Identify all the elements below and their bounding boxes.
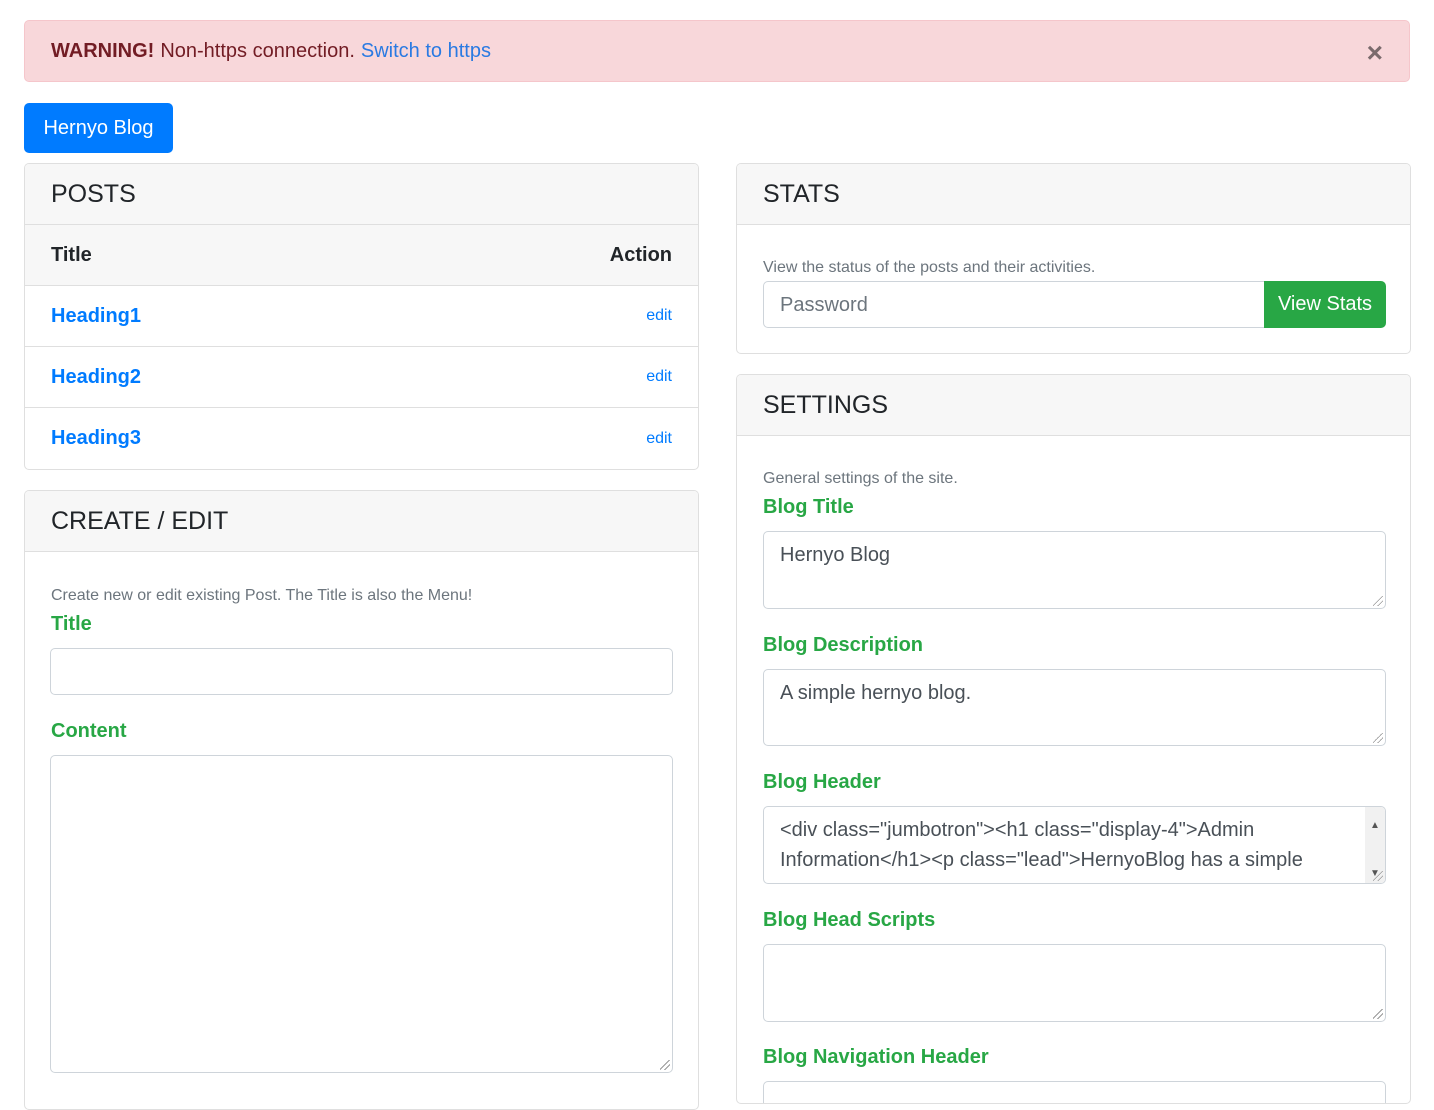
alert-text: Non-https connection. — [160, 39, 355, 62]
blog-description-textarea[interactable]: A simple hernyo blog. — [763, 669, 1386, 746]
posts-card: POSTS Title Action Heading1 edit Heading2 e… — [24, 163, 699, 470]
col-title: Title — [51, 243, 92, 266]
blog-description-label: Blog Description — [763, 634, 924, 656]
brand-button[interactable]: Hernyo Blog — [24, 103, 173, 153]
blog-title-label: Blog Title — [763, 496, 854, 518]
stats-description: View the status of the posts and their a… — [763, 259, 1096, 276]
resize-grip-icon[interactable] — [660, 1060, 670, 1070]
table-row: Heading2 edit — [25, 347, 698, 408]
table-row: Heading3 edit — [25, 408, 698, 469]
blog-head-scripts-textarea[interactable] — [763, 944, 1386, 1022]
warning-alert: WARNING! Non-https connection. Switch to… — [24, 20, 1410, 82]
create-header: CREATE / EDIT — [25, 491, 698, 552]
blog-title-textarea[interactable]: Hernyo Blog — [763, 531, 1386, 609]
blog-title-value: Hernyo Blog — [780, 544, 891, 566]
resize-grip-icon[interactable] — [1373, 871, 1383, 881]
edit-link[interactable]: edit — [646, 430, 672, 448]
settings-card: SETTINGS General settings of the site. B… — [736, 374, 1411, 1104]
scroll-up-icon[interactable]: ▲ — [1365, 811, 1385, 841]
title-label: Title — [51, 613, 92, 635]
view-stats-button[interactable]: View Stats — [1264, 281, 1386, 328]
table-row: Heading1 edit — [25, 286, 698, 347]
resize-grip-icon[interactable] — [1373, 733, 1383, 743]
blog-header-label: Blog Header — [763, 771, 881, 793]
alert-strong: WARNING! — [51, 39, 155, 62]
password-input[interactable]: Password — [763, 281, 1265, 328]
blog-navigation-header-label: Blog Navigation Header — [763, 1046, 989, 1068]
posts-header: POSTS — [25, 164, 698, 225]
settings-header: SETTINGS — [737, 375, 1410, 436]
post-link[interactable]: Heading3 — [51, 427, 141, 450]
col-action: Action — [609, 243, 672, 266]
blog-navigation-header-textarea[interactable] — [763, 1081, 1386, 1103]
create-description: Create new or edit existing Post. The Ti… — [51, 587, 473, 604]
blog-description-value: A simple hernyo blog. — [780, 682, 972, 704]
table-header: Title Action — [25, 225, 698, 286]
content-textarea[interactable] — [50, 755, 673, 1073]
resize-grip-icon[interactable] — [1373, 596, 1383, 606]
settings-description: General settings of the site. — [763, 470, 958, 487]
edit-link[interactable]: edit — [646, 368, 672, 386]
create-edit-card: CREATE / EDIT Create new or edit existin… — [24, 490, 699, 1110]
blog-header-value: <div class="jumbotron"><h1 class="displa… — [780, 819, 1303, 871]
content-label: Content — [51, 720, 127, 742]
blog-header-textarea[interactable]: <div class="jumbotron"><h1 class="displa… — [763, 806, 1386, 884]
post-link[interactable]: Heading2 — [51, 366, 141, 389]
switch-https-link[interactable]: Switch to https — [361, 40, 491, 63]
resize-grip-icon[interactable] — [1373, 1009, 1383, 1019]
close-icon[interactable]: × — [1367, 37, 1383, 69]
title-input[interactable] — [50, 648, 673, 695]
stats-header: STATS — [737, 164, 1410, 225]
stats-card: STATS View the status of the posts and t… — [736, 163, 1411, 354]
blog-head-scripts-label: Blog Head Scripts — [763, 909, 936, 931]
post-link[interactable]: Heading1 — [51, 305, 141, 328]
edit-link[interactable]: edit — [646, 307, 672, 325]
